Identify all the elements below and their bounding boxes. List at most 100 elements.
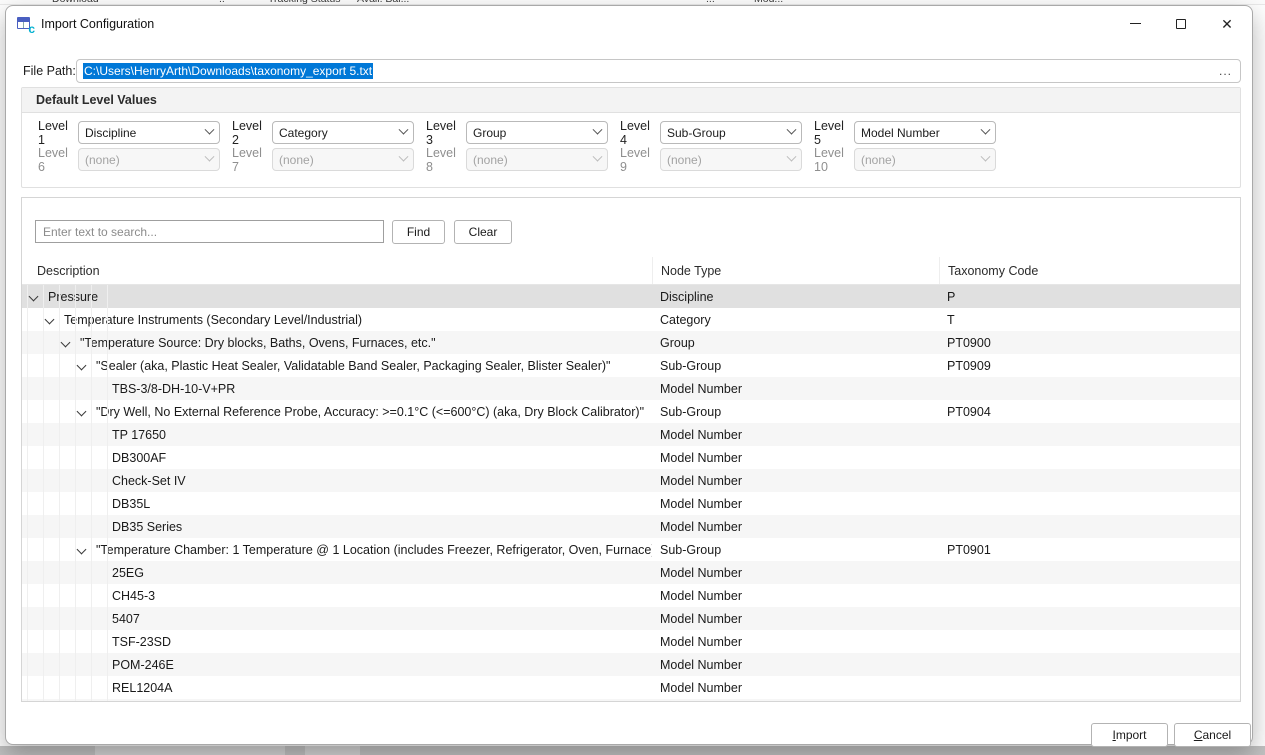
level-10-select[interactable]: (none) <box>854 148 996 171</box>
column-header-taxonomy-code[interactable]: Taxonomy Code <box>939 257 1240 284</box>
tree-row[interactable]: DB300AF Model Number <box>22 446 1240 469</box>
close-icon: ✕ <box>1221 17 1233 31</box>
row-node-type: Sub-Group <box>652 405 939 419</box>
level-9-label: Level 9 <box>620 146 660 174</box>
level-5-select[interactable]: Model Number <box>854 121 996 144</box>
file-path-value-selected: C:\Users\HenryArth\Downloads\taxonomy_ex… <box>83 63 373 79</box>
import-button[interactable]: Import <box>1091 723 1168 747</box>
row-description: Check-Set IV <box>112 474 186 488</box>
level-7-cell: Level 7(none) <box>232 148 426 171</box>
level-10-value: (none) <box>861 153 982 167</box>
row-node-type: Model Number <box>652 612 939 626</box>
background-window-bottom-strip <box>0 746 1265 755</box>
maximize-button[interactable] <box>1158 7 1204 40</box>
chevron-down-icon[interactable] <box>61 338 71 348</box>
row-taxonomy-code: PT0904 <box>939 405 1240 419</box>
minimize-button[interactable] <box>1112 7 1158 40</box>
tree-row[interactable]: REL1204AModel Number <box>22 676 1240 699</box>
row-node-type: Model Number <box>652 474 939 488</box>
row-node-type: Discipline <box>652 290 939 304</box>
row-taxonomy-code: PT0901 <box>939 543 1240 557</box>
row-description: TP 17650 <box>112 428 166 442</box>
row-description: DB300AF <box>112 451 166 465</box>
chevron-down-icon <box>593 125 603 135</box>
level-5-cell: Level 5Model Number <box>814 121 1008 144</box>
column-header-node-type[interactable]: Node Type <box>652 257 939 284</box>
level-3-cell: Level 3Group <box>426 121 620 144</box>
level-2-select[interactable]: Category <box>272 121 414 144</box>
row-node-type: Model Number <box>652 566 939 580</box>
tree-row[interactable]: DB35LModel Number <box>22 492 1240 515</box>
minimize-icon <box>1130 23 1141 24</box>
level-2-value: Category <box>279 126 400 140</box>
chevron-down-icon[interactable] <box>77 361 87 371</box>
level-7-label: Level 7 <box>232 146 272 174</box>
level-1-select[interactable]: Discipline <box>78 121 220 144</box>
tree-row[interactable]: POM-246EModel Number <box>22 653 1240 676</box>
row-node-type: Model Number <box>652 451 939 465</box>
row-node-type: Model Number <box>652 520 939 534</box>
tree-row[interactable]: TSF-23SDModel Number <box>22 630 1240 653</box>
tree-row[interactable]: 25EG Model Number <box>22 561 1240 584</box>
tree-row[interactable]: Check-Set IV Model Number <box>22 469 1240 492</box>
row-description: TBS-3/8-DH-10-V+PR <box>112 382 235 396</box>
row-node-type: Category <box>652 313 939 327</box>
level-8-select[interactable]: (none) <box>466 148 608 171</box>
tree-row[interactable]: 5407Model Number <box>22 607 1240 630</box>
chevron-down-icon[interactable] <box>29 292 39 302</box>
browse-button[interactable]: ... <box>1219 64 1232 78</box>
search-input[interactable] <box>35 220 384 243</box>
tree-row[interactable]: "Temperature Chamber: 1 Temperature @ 1 … <box>22 538 1240 561</box>
row-description: Pressure <box>48 290 98 304</box>
row-taxonomy-code: T <box>939 313 1240 327</box>
level-6-label: Level 6 <box>38 146 78 174</box>
level-4-value: Sub-Group <box>667 126 788 140</box>
level-3-value: Group <box>473 126 594 140</box>
row-description: DB35L <box>112 497 150 511</box>
level-9-cell: Level 9(none) <box>620 148 814 171</box>
row-description: 25EG <box>112 566 144 580</box>
chevron-down-icon[interactable] <box>45 315 55 325</box>
cancel-button[interactable]: Cancel <box>1174 723 1251 747</box>
tree-row[interactable]: "Temperature Source: Dry blocks, Baths, … <box>22 331 1240 354</box>
level-9-select[interactable]: (none) <box>660 148 802 171</box>
row-node-type: Model Number <box>652 681 939 695</box>
file-path-label: File Path: <box>23 64 76 78</box>
chevron-down-icon[interactable] <box>77 407 87 417</box>
group-header: Default Level Values <box>22 88 1240 113</box>
row-node-type: Sub-Group <box>652 359 939 373</box>
tree-row[interactable]: "Dry Well, No External Reference Probe, … <box>22 400 1240 423</box>
level-7-select[interactable]: (none) <box>272 148 414 171</box>
file-path-input[interactable]: C:\Users\HenryArth\Downloads\taxonomy_ex… <box>76 59 1241 83</box>
level-3-select[interactable]: Group <box>466 121 608 144</box>
level-1-label: Level 1 <box>38 119 78 147</box>
chevron-down-icon <box>399 152 409 162</box>
column-header-description[interactable]: Description <box>22 257 652 284</box>
title-bar[interactable]: c Import Configuration ✕ <box>6 6 1252 42</box>
tree-row[interactable]: CH45-3Model Number <box>22 584 1240 607</box>
tree-row-partial[interactable] <box>22 699 1240 701</box>
level-4-select[interactable]: Sub-Group <box>660 121 802 144</box>
tree-row[interactable]: PressureDisciplineP <box>22 285 1240 308</box>
tree-row[interactable]: TBS-3/8-DH-10-V+PRModel Number <box>22 377 1240 400</box>
screen: Download..Tracking StatusAvail. Bal.....… <box>0 0 1265 755</box>
level-6-select[interactable]: (none) <box>78 148 220 171</box>
tree-row[interactable]: Temperature Instruments (Secondary Level… <box>22 308 1240 331</box>
chevron-down-icon <box>399 125 409 135</box>
maximize-icon <box>1176 19 1186 29</box>
clear-button[interactable]: Clear <box>454 220 512 244</box>
level-4-label: Level 4 <box>620 119 660 147</box>
find-button[interactable]: Find <box>392 220 445 244</box>
tree-row[interactable]: "Sealer (aka, Plastic Heat Sealer, Valid… <box>22 354 1240 377</box>
level-8-cell: Level 8(none) <box>426 148 620 171</box>
chevron-down-icon <box>593 152 603 162</box>
level-2-label: Level 2 <box>232 119 272 147</box>
tree-row[interactable]: DB35 SeriesModel Number <box>22 515 1240 538</box>
level-5-label: Level 5 <box>814 119 854 147</box>
row-description: "Temperature Chamber: 1 Temperature @ 1 … <box>96 543 652 557</box>
tree-row[interactable]: TP 17650Model Number <box>22 423 1240 446</box>
close-button[interactable]: ✕ <box>1204 7 1250 40</box>
chevron-down-icon <box>205 125 215 135</box>
taxonomy-tree-panel: Find Clear Description Node Type Taxonom… <box>21 197 1241 702</box>
chevron-down-icon[interactable] <box>77 545 87 555</box>
